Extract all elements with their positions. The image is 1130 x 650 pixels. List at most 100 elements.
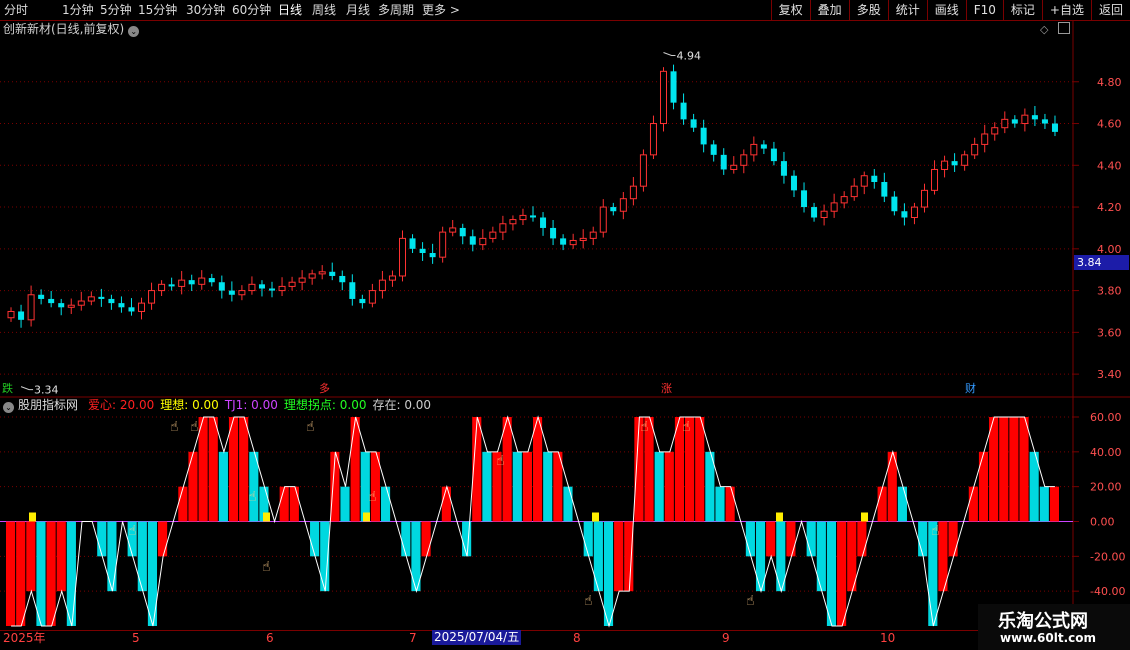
candle-down — [801, 190, 808, 208]
indicator-value-2: TJ1: 0.00 — [224, 398, 278, 412]
candle-up — [278, 285, 286, 292]
indicator-bar — [441, 486, 451, 522]
date-label: 2025年 — [3, 631, 46, 645]
candle-up — [981, 133, 989, 145]
candle-up — [138, 302, 146, 312]
candle-down — [540, 217, 547, 228]
candle-up — [599, 206, 607, 233]
candle-up — [931, 168, 939, 191]
candle-up — [639, 154, 647, 187]
indicator-bar — [188, 451, 198, 522]
indicator-value-0: 爱心: 20.00 — [88, 398, 155, 412]
indicator-bar — [97, 521, 107, 557]
candle-up — [740, 154, 748, 166]
candle-up — [860, 175, 868, 187]
candle-up — [248, 283, 256, 292]
indicator-bar — [766, 521, 776, 557]
candle-up — [67, 304, 75, 308]
candle-down — [811, 207, 818, 218]
price-annotation: 3.34 — [34, 384, 59, 397]
candle-down — [128, 307, 135, 312]
ideal-marker — [29, 512, 36, 522]
indicator-bar — [107, 521, 117, 592]
indicator-bar — [806, 521, 816, 557]
indicator-bar — [603, 521, 614, 626]
candle-up — [198, 277, 206, 285]
indicator-bar — [218, 451, 228, 522]
indicator-bar — [583, 521, 593, 557]
candle-up — [499, 223, 507, 233]
current-price-badge: 3.84 — [1074, 255, 1129, 270]
candle-down — [18, 311, 25, 320]
candle-down — [901, 211, 908, 218]
indicator-bar — [664, 451, 674, 522]
candle-up — [840, 196, 848, 204]
ideal-marker — [263, 512, 270, 522]
candle-up — [368, 290, 376, 304]
candle-down — [269, 288, 276, 291]
indicator-tick-label: -20.00 — [1090, 550, 1125, 563]
hand-pointer-icon: ☝ — [640, 419, 649, 435]
candle-up — [579, 237, 587, 241]
candle-down — [48, 298, 55, 304]
candle-up — [1021, 114, 1029, 125]
indicator-bar — [877, 486, 887, 522]
hand-pointer-icon: ☝ — [746, 593, 755, 609]
candle-down — [98, 296, 105, 299]
candle-up — [87, 296, 95, 302]
candle-up — [629, 185, 637, 200]
candle-down — [560, 238, 567, 245]
candle-down — [118, 303, 125, 308]
candle-down — [790, 175, 797, 191]
candle-up — [920, 189, 928, 208]
candle-up — [589, 231, 597, 239]
candle-up — [750, 143, 758, 156]
candle-up — [449, 227, 457, 233]
candle-down — [760, 144, 767, 149]
candle-down — [1041, 119, 1048, 124]
indicator-bar — [340, 486, 350, 522]
candle-up — [77, 300, 85, 306]
chevron-down-icon[interactable]: ⌄ — [3, 402, 14, 413]
price-annotation: 4.94 — [676, 50, 701, 63]
candle-up — [659, 70, 667, 125]
indicator-name[interactable]: 股朋指标网 — [18, 398, 78, 412]
event-marker-2[interactable]: 涨 — [659, 382, 674, 395]
indicator-bar — [46, 521, 56, 626]
event-marker-3[interactable]: 财 — [963, 382, 978, 395]
chart-canvas[interactable]: 4.80 4.60 4.40 4.20 4.00 3.80 3.60 3.40 4.94 3.34… — [0, 0, 1130, 650]
watermark-title: 乐淘公式网 — [998, 611, 1088, 632]
candle-down — [58, 303, 65, 308]
indicator-bar — [289, 486, 299, 522]
date-label: 5 — [132, 631, 140, 645]
indicator-bar — [624, 521, 634, 592]
indicator-bar — [279, 486, 289, 522]
indicator-bar — [350, 417, 360, 522]
candle-up — [7, 310, 15, 319]
price-tick-label: 3.80 — [1097, 285, 1122, 298]
indicator-bar — [999, 417, 1009, 522]
candle-down — [459, 227, 466, 237]
indicator-bar — [502, 417, 512, 522]
indicator-bar — [36, 521, 46, 626]
candle-up — [178, 279, 186, 287]
indicator-bar — [715, 486, 725, 522]
indicator-value-4: 存在: 0.00 — [372, 398, 432, 412]
candle-down — [1031, 115, 1038, 120]
event-marker-1[interactable]: 多 — [317, 382, 332, 395]
ideal-marker — [776, 512, 783, 522]
indicator-bar — [978, 451, 989, 522]
candle-down — [409, 238, 416, 249]
event-marker-0[interactable]: 跌 — [0, 382, 15, 395]
indicator-bar — [462, 521, 472, 557]
indicator-tick-label: 40.00 — [1090, 446, 1122, 459]
candle-up — [830, 202, 838, 212]
indicator-bar — [918, 521, 928, 557]
candle-down — [329, 271, 336, 276]
annotation-pointer — [663, 52, 676, 57]
candle-down — [680, 102, 687, 120]
indicator-bar — [745, 521, 755, 557]
indicator-bar — [360, 451, 370, 522]
indicator-tick-label: 60.00 — [1090, 411, 1122, 424]
candle-down — [720, 154, 727, 170]
